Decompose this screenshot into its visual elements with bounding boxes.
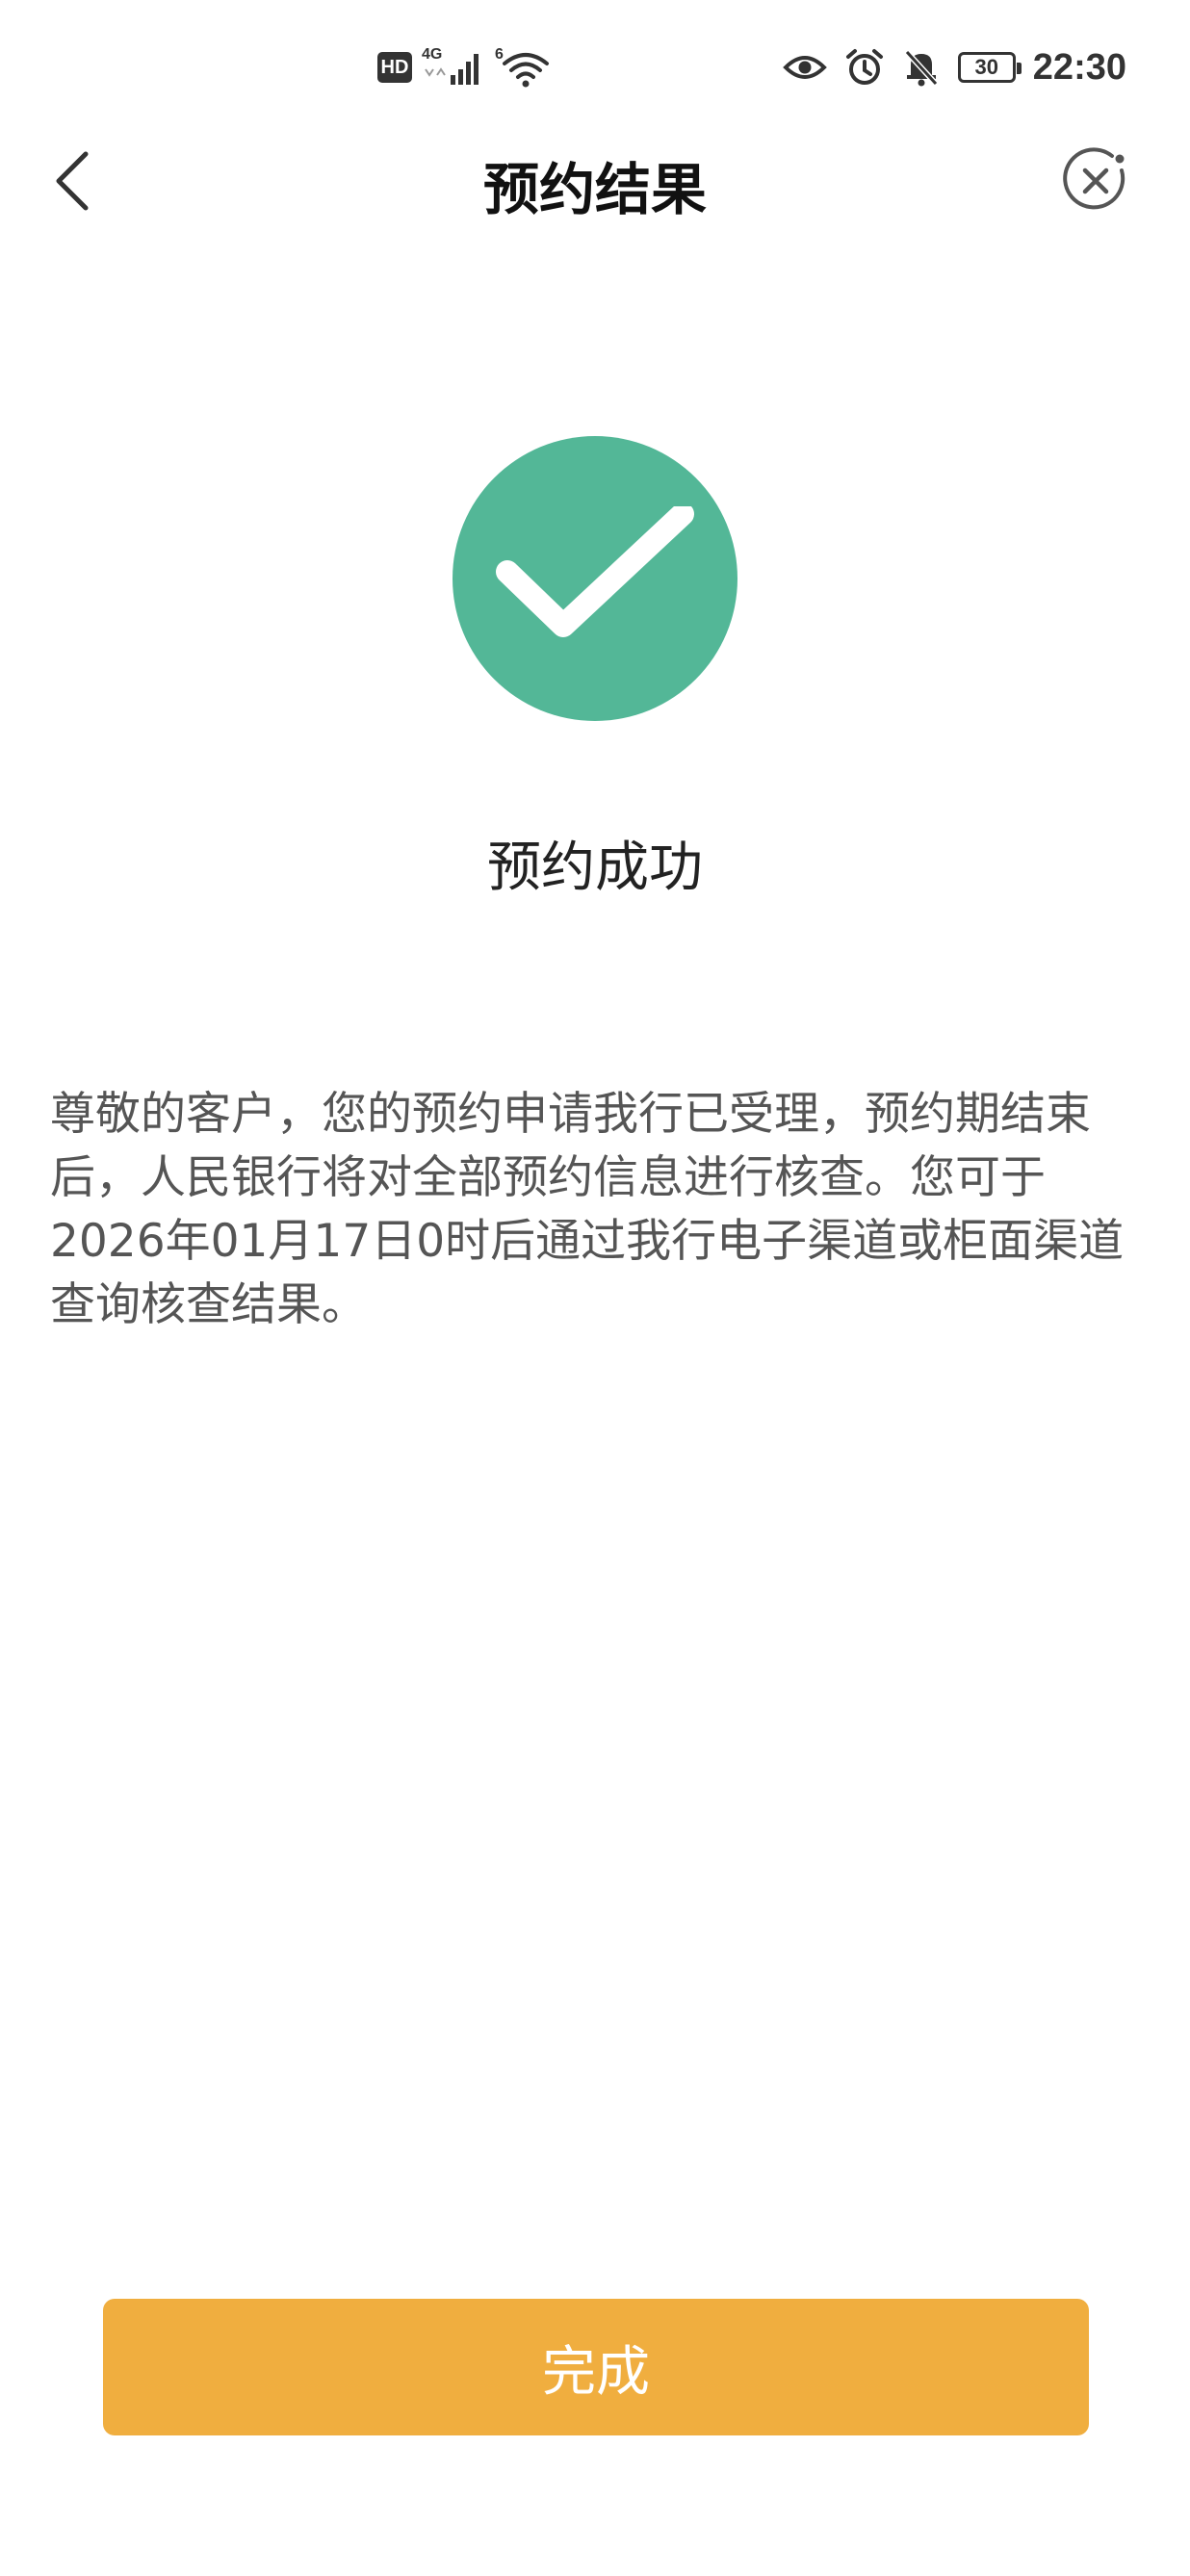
close-button[interactable] [1059,144,1132,218]
success-icon [453,436,737,721]
status-time: 22:30 [1032,46,1126,88]
hd-label: HD [380,56,409,78]
eye-icon [782,56,827,79]
done-button[interactable]: 完成 [103,2299,1089,2435]
battery-level: 30 [974,55,999,79]
check-icon [496,506,694,637]
page-title: 预约结果 [482,157,707,222]
signal-icon: 4G [422,46,485,89]
result-status: 预约成功 [487,837,703,899]
alarm-icon [845,49,883,85]
status-bar: HD 4G 6 30 22:30 [0,0,1190,135]
close-circle-icon [1063,147,1125,210]
wifi-icon: 6 [495,46,551,89]
status-bar-left: HD 4G 6 [377,44,551,90]
status-bar-right: 30 22:30 [782,39,1126,96]
mute-bell-icon [904,49,939,87]
result-description: 尊敬的客户，您的预约申请我行已受理，预约期结束后，人民银行将对全部预约信息进行核… [50,1088,1125,1331]
battery-icon: 30 [957,52,1022,83]
hd-icon: HD [377,52,412,83]
